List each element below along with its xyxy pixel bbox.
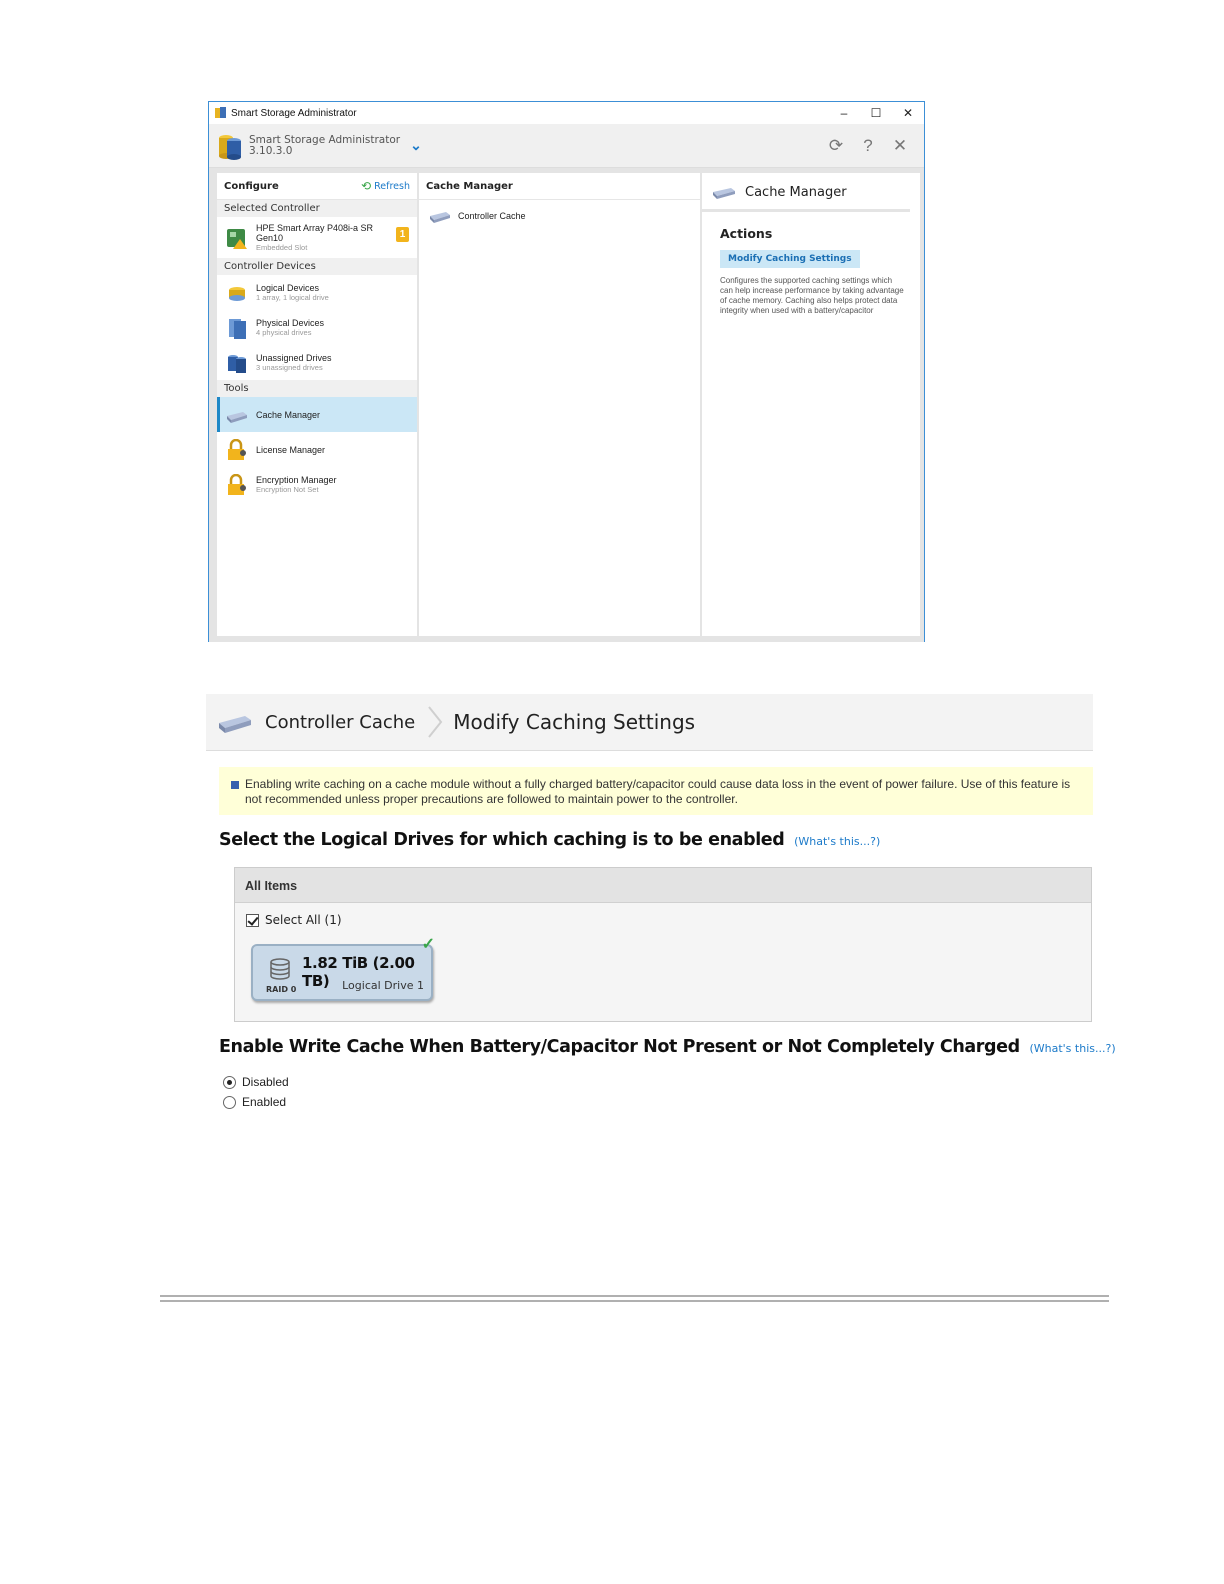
chevron-down-icon[interactable]: ⌄: [410, 137, 422, 154]
database-icon: [270, 958, 290, 980]
configure-title: Configure: [224, 180, 279, 192]
select-drives-heading: Select the Logical Drives for which cach…: [219, 830, 880, 850]
actions-pane: Cache Manager Actions Modify Caching Set…: [702, 173, 920, 636]
controller-item[interactable]: HPE Smart Array P408i-a SR Gen10 Embedde…: [217, 217, 417, 258]
write-cache-title: Enable Write Cache When Battery/Capacito…: [219, 1037, 1020, 1057]
license-manager-label: License Manager: [256, 444, 326, 455]
select-drives-title: Select the Logical Drives for which cach…: [219, 830, 785, 850]
refresh-link[interactable]: ⟲ Refresh: [361, 179, 410, 193]
section-selected-controller: Selected Controller: [217, 200, 417, 217]
actions-heading: Actions: [720, 226, 773, 241]
controller-cache-label: Controller Cache: [458, 211, 526, 221]
check-icon: ✓: [421, 936, 435, 953]
select-all-checkbox[interactable]: Select All (1): [246, 913, 1091, 927]
checkbox-checked-icon[interactable]: [246, 913, 259, 927]
section-controller-devices: Controller Devices: [217, 258, 417, 275]
cache-module-icon: [227, 411, 247, 423]
refresh-icon[interactable]: ⟳: [820, 136, 852, 156]
whats-this-link-2[interactable]: (What's this...?): [1029, 1042, 1115, 1055]
close-app-icon[interactable]: ✕: [884, 136, 916, 156]
modify-caching-settings-button[interactable]: Modify Caching Settings: [720, 250, 860, 268]
cache-module-icon: [219, 716, 251, 733]
physical-devices-sub: 4 physical drives: [256, 327, 312, 337]
help-icon[interactable]: ?: [852, 136, 884, 156]
app-name: Smart Storage Administrator: [249, 133, 401, 146]
whats-this-link[interactable]: (What's this...?): [794, 835, 880, 848]
unassigned-drives-icon: [228, 354, 246, 373]
app-header: Smart Storage Administrator 3.10.3.0 ⌄ ⟳…: [209, 124, 924, 168]
cache-manager-label: Cache Manager: [256, 409, 321, 420]
sidebar-item-encryption-manager[interactable]: Encryption Manager Encryption Not Set: [217, 467, 417, 502]
controller-icon: [227, 228, 247, 249]
title-bar: Smart Storage Administrator – ☐ ✕: [209, 102, 924, 124]
configure-header: Configure ⟲ Refresh: [217, 173, 417, 200]
app-name-version: Smart Storage Administrator 3.10.3.0: [249, 133, 401, 157]
app-icon: [215, 107, 226, 118]
logical-devices-label: Logical Devices: [256, 282, 320, 293]
warning-banner: Enabling write caching on a cache module…: [219, 767, 1093, 815]
controller-cache-item[interactable]: Controller Cache: [419, 200, 700, 232]
actions-pane-title: Cache Manager: [745, 184, 847, 200]
breadcrumb-current: Modify Caching Settings: [453, 710, 696, 734]
drive-name: Logical Drive 1: [342, 979, 424, 992]
cache-module-icon: [713, 188, 735, 199]
sidebar-item-unassigned-drives[interactable]: Unassigned Drives 3 unassigned drives: [217, 345, 417, 380]
page-divider-bottom: [160, 1300, 1109, 1302]
unassigned-drives-sub: 3 unassigned drives: [256, 362, 323, 372]
lock-icon: [228, 438, 246, 460]
action-description: Configures the supported caching setting…: [720, 276, 904, 315]
section-tools: Tools: [217, 380, 417, 397]
breadcrumb-parent[interactable]: Controller Cache: [265, 712, 415, 733]
window-title: Smart Storage Administrator: [231, 107, 357, 119]
minimize-button[interactable]: –: [828, 102, 860, 124]
logical-devices-icon: [229, 286, 245, 301]
sidebar-item-cache-manager[interactable]: Cache Manager: [217, 397, 417, 432]
status-badge[interactable]: 1: [396, 227, 409, 242]
warning-bullet-icon: [231, 781, 239, 789]
cache-module-icon: [430, 212, 450, 223]
drive-list: All Items Select All (1) 1.82 TiB (2.00 …: [234, 867, 1092, 1022]
controller-name: HPE Smart Array P408i-a SR Gen10: [256, 222, 374, 243]
unassigned-drives-label: Unassigned Drives: [256, 352, 332, 363]
warning-text: Enabling write caching on a cache module…: [245, 777, 1071, 806]
maximize-button[interactable]: ☐: [860, 102, 892, 124]
sidebar-item-logical-devices[interactable]: Logical Devices 1 array, 1 logical drive: [217, 275, 417, 310]
radio-enabled[interactable]: Enabled: [223, 1095, 286, 1109]
select-all-label: Select All (1): [265, 913, 342, 927]
radio-enabled-label: Enabled: [242, 1095, 287, 1109]
ssa-logo-icon: [219, 134, 241, 160]
drive-raid-level: RAID 0: [266, 985, 297, 994]
radio-selected-icon[interactable]: [223, 1075, 236, 1089]
radio-disabled-label: Disabled: [242, 1075, 289, 1089]
chevron-right-icon: [428, 706, 443, 738]
physical-devices-label: Physical Devices: [256, 317, 325, 328]
physical-devices-icon: [229, 318, 246, 339]
breadcrumb: Controller Cache Modify Caching Settings: [206, 694, 1093, 751]
encryption-status: Encryption Not Set: [256, 484, 319, 494]
close-window-button[interactable]: ✕: [892, 102, 924, 124]
radio-disabled[interactable]: Disabled: [223, 1075, 289, 1089]
encryption-lock-icon: [228, 473, 246, 495]
configure-pane: Configure ⟲ Refresh Selected Controller …: [217, 173, 417, 636]
encryption-manager-label: Encryption Manager: [256, 474, 337, 485]
logical-devices-sub: 1 array, 1 logical drive: [256, 292, 329, 302]
logical-drive-tile[interactable]: 1.82 TiB (2.00 TB) RAID 0 Logical Drive …: [251, 936, 435, 1001]
middle-pane-title: Cache Manager: [419, 173, 700, 200]
write-cache-heading: Enable Write Cache When Battery/Capacito…: [219, 1037, 1116, 1057]
list-header: All Items: [235, 868, 1091, 903]
actions-pane-header: Cache Manager: [702, 173, 910, 212]
cache-manager-pane: Cache Manager Controller Cache: [419, 173, 700, 636]
controller-slot: Embedded Slot: [256, 242, 308, 252]
sidebar-item-license-manager[interactable]: License Manager: [217, 432, 417, 467]
refresh-arrows-icon: ⟲: [361, 179, 372, 193]
ssa-window: Smart Storage Administrator – ☐ ✕ Smart …: [208, 101, 925, 642]
app-version: 3.10.3.0: [249, 144, 293, 157]
refresh-label: Refresh: [374, 180, 410, 192]
page-divider-top: [160, 1295, 1109, 1297]
radio-unselected-icon[interactable]: [223, 1095, 236, 1109]
sidebar-item-physical-devices[interactable]: Physical Devices 4 physical drives: [217, 310, 417, 345]
panes: Configure ⟲ Refresh Selected Controller …: [217, 173, 920, 636]
